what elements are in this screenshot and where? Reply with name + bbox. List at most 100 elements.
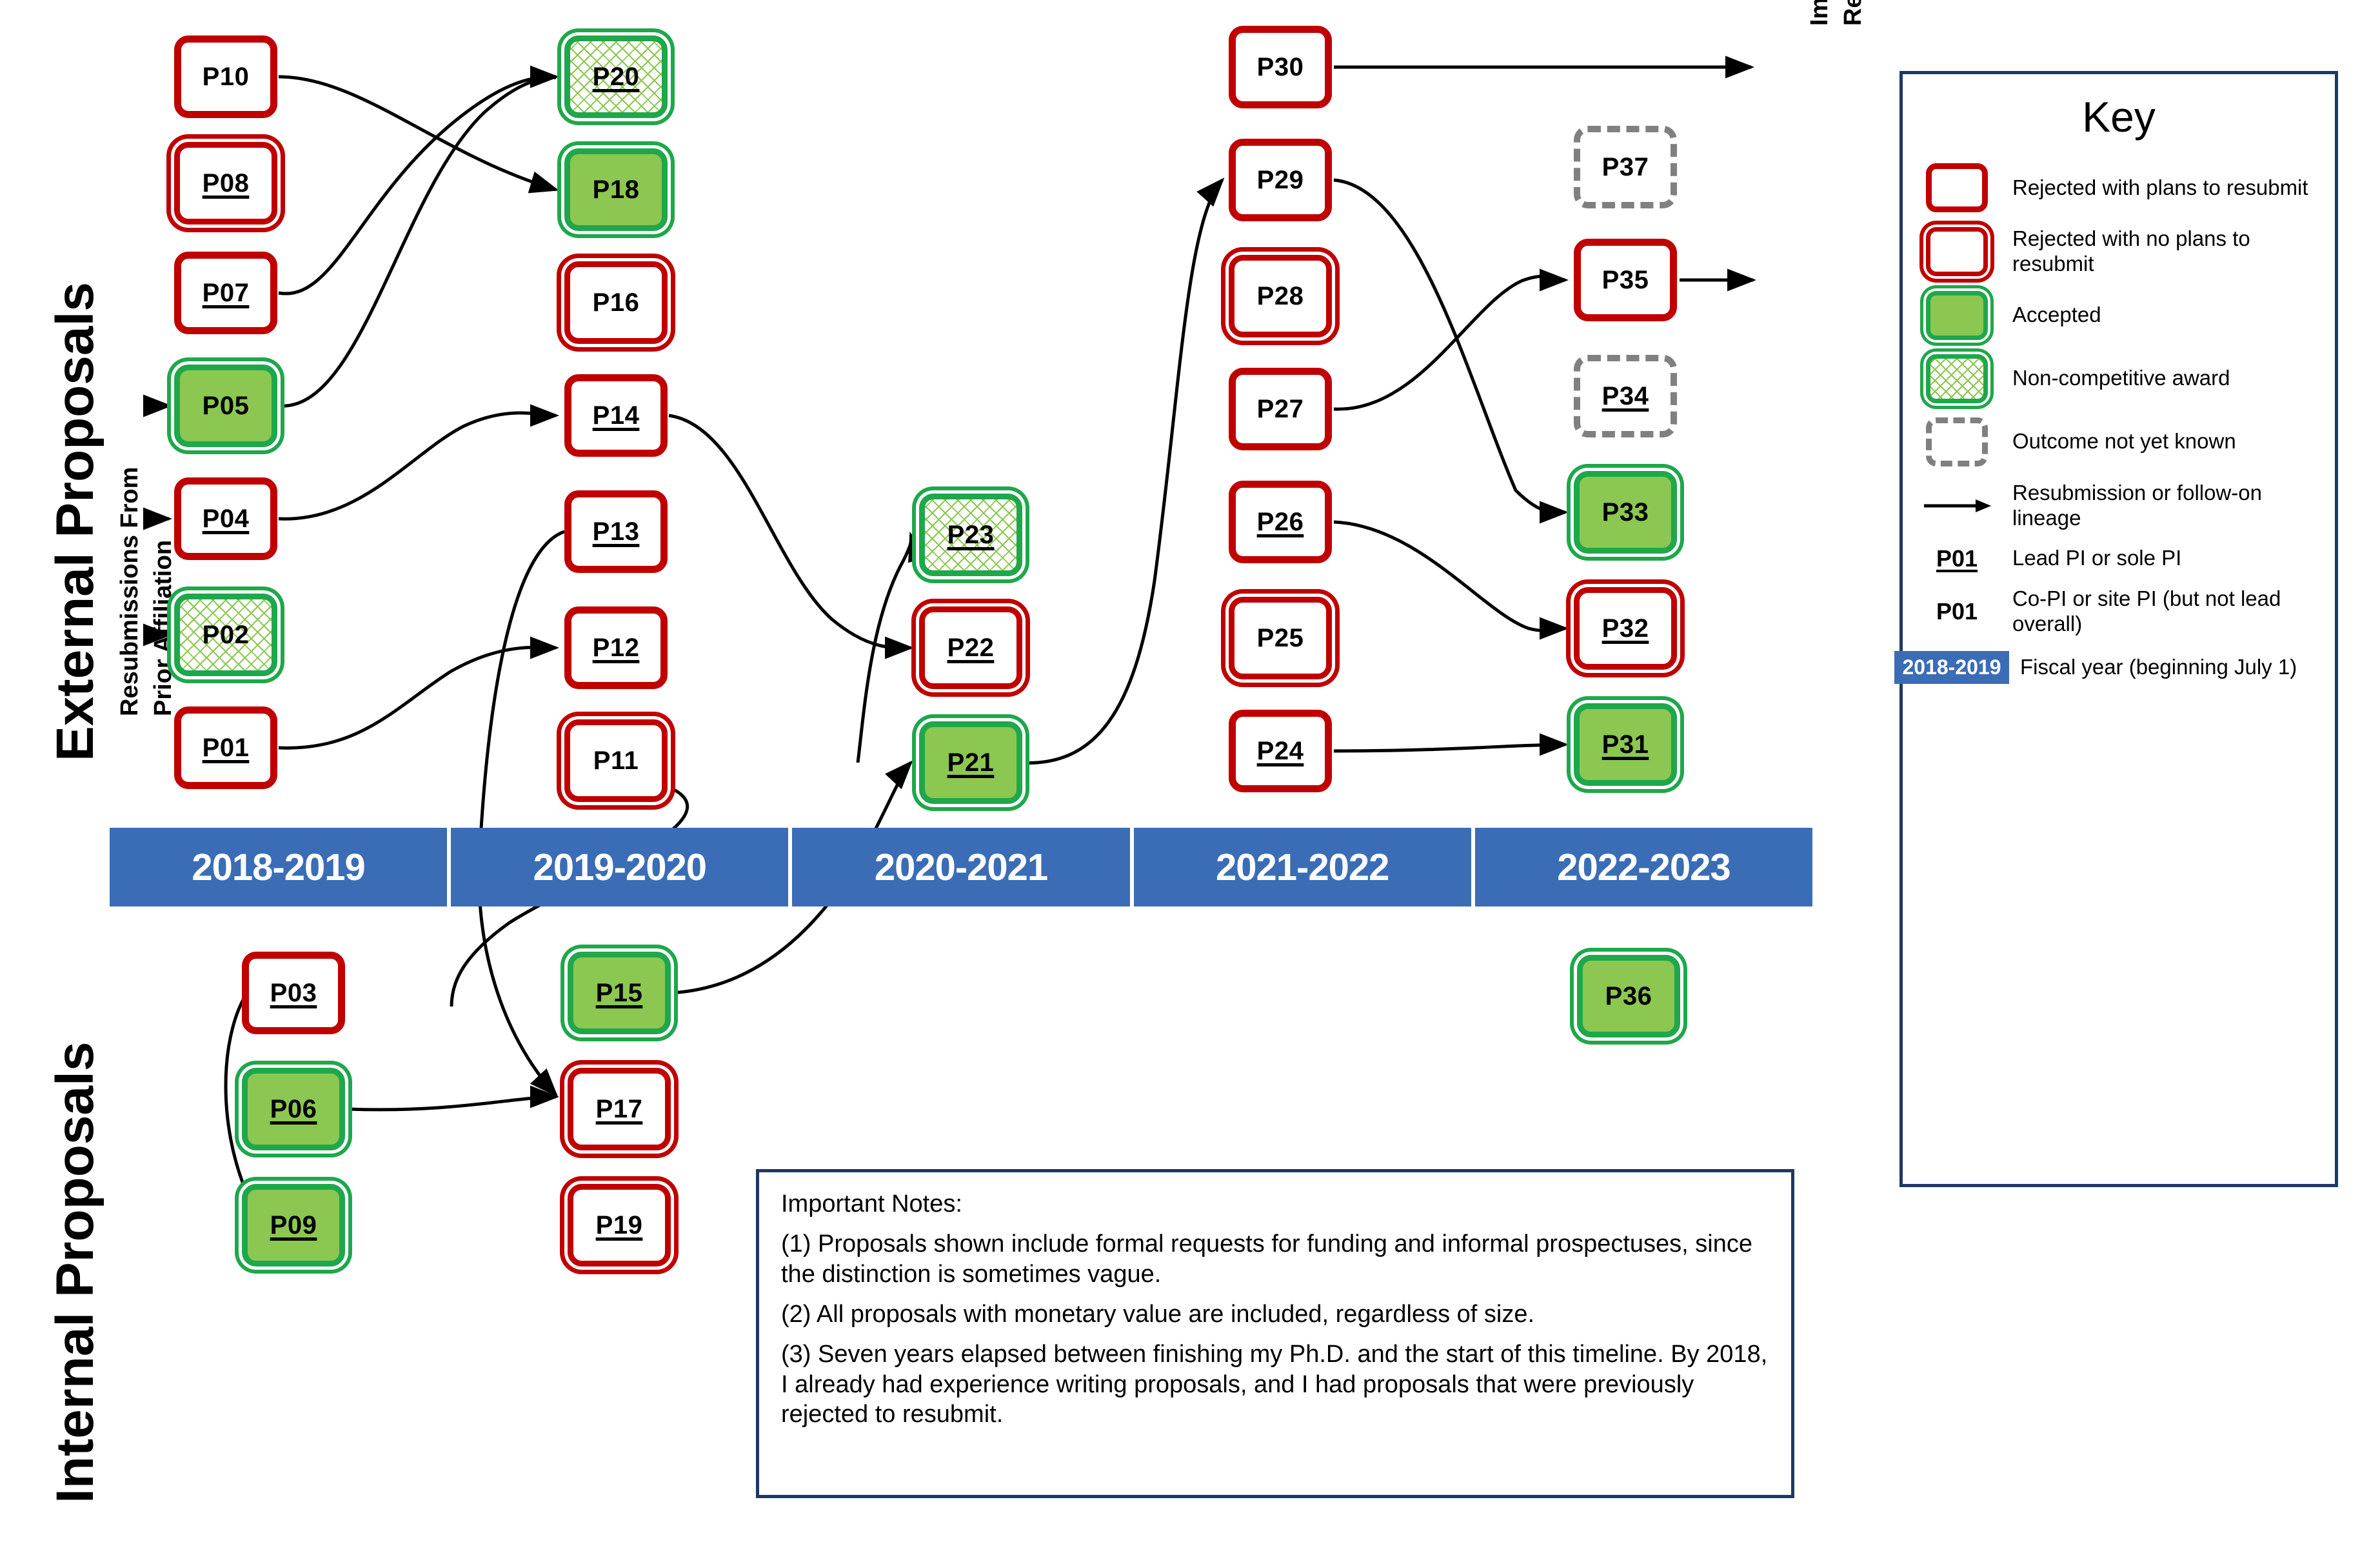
proposal-label: P31 — [1602, 730, 1649, 759]
proposal-label: P02 — [202, 621, 250, 649]
proposal-box-p32[interactable]: P32 — [1574, 587, 1677, 670]
lead-pi-sample: P01 — [1916, 545, 1998, 572]
proposal-label: P05 — [202, 392, 250, 420]
proposal-box-p33[interactable]: P33 — [1574, 471, 1677, 554]
imminently-planned-line1: Imminently Planned — [1806, 0, 1834, 26]
imminently-planned-line2: Resubmissions — [1840, 0, 1867, 26]
key-row-rejected-no-plans: Rejected with no plans to resubmit — [1903, 226, 2335, 277]
proposal-label: P32 — [1602, 614, 1649, 643]
key-entry-text: Non-competitive award — [2012, 366, 2230, 390]
swatch-box — [1926, 226, 1988, 276]
axis-label-internal-proposals: Internal Proposals — [46, 1041, 104, 1503]
proposal-label: P09 — [270, 1211, 317, 1239]
swatch-box — [1926, 354, 1988, 403]
proposal-box-p12[interactable]: P12 — [564, 606, 668, 689]
proposal-box-p31[interactable]: P31 — [1574, 703, 1677, 786]
key-swatch-non-competitive — [1916, 354, 1998, 403]
proposal-box-p04[interactable]: P04 — [174, 477, 277, 560]
co-pi-sample: P01 — [1916, 598, 1998, 625]
proposal-label: P17 — [595, 1095, 643, 1123]
proposal-box-p37[interactable]: P37 — [1574, 126, 1677, 208]
proposal-box-p13[interactable]: P13 — [564, 490, 668, 573]
proposal-box-p01[interactable]: P01 — [174, 706, 277, 789]
key-entry-text: Accepted — [2012, 303, 2101, 327]
key-rows: Rejected with plans to resubmit Rejected … — [1894, 163, 2335, 684]
proposal-box-p02[interactable]: P02 — [174, 594, 277, 676]
key-row-rejected-with-plans: Rejected with plans to resubmit — [1903, 163, 2335, 212]
proposal-box-p16[interactable]: P16 — [564, 261, 668, 344]
proposal-label: P30 — [1256, 53, 1304, 81]
proposal-box-p11[interactable]: P11 — [564, 719, 668, 802]
proposal-label: P34 — [1602, 382, 1649, 410]
key-row-accepted: Accepted — [1903, 290, 2335, 340]
proposal-box-p09[interactable]: P09 — [242, 1184, 345, 1267]
proposal-label: P11 — [593, 746, 639, 775]
fiscal-year-sample: 2018-2019 — [1894, 650, 2009, 684]
key-entry-text: Co-PI or site PI (but not lead overall) — [2012, 586, 2281, 636]
proposal-box-p15[interactable]: P15 — [568, 952, 671, 1034]
proposal-box-p28[interactable]: P28 — [1229, 255, 1332, 337]
prior-affiliation-line1: Resubmissions From — [116, 466, 143, 716]
proposal-box-p34[interactable]: P34 — [1574, 355, 1677, 437]
swatch-box — [1926, 290, 1988, 340]
proposal-box-p30[interactable]: P30 — [1229, 26, 1332, 108]
key-entry-text: Outcome not yet known — [2012, 429, 2236, 454]
proposal-box-p27[interactable]: P27 — [1229, 368, 1332, 450]
proposal-label: P25 — [1256, 624, 1304, 652]
key-swatch-unknown — [1916, 417, 1998, 466]
proposal-box-p10[interactable]: P10 — [174, 35, 277, 118]
proposal-box-p29[interactable]: P29 — [1229, 139, 1332, 221]
important-notes-box: Important Notes: (1) Proposals shown inc… — [756, 1169, 1794, 1498]
key-swatch-label: 2018-2019 — [1894, 650, 2009, 684]
key-entry-text: Rejected with no plans to resubmit — [2012, 226, 2250, 275]
fiscal-year-cell: 2022-2023 — [1474, 828, 1813, 906]
fiscal-year-cell: 2020-2021 — [792, 828, 1134, 906]
proposal-label: P27 — [1256, 395, 1304, 423]
axis-label-imminently-planned-2: Resubmissions — [1840, 0, 1867, 26]
proposal-box-p07[interactable]: P07 — [174, 252, 277, 334]
proposal-label: P21 — [947, 748, 995, 777]
proposal-label: P06 — [270, 1095, 317, 1123]
key-swatch-rejected-with-plans — [1916, 163, 1998, 212]
key-swatch-label: P01 — [1936, 545, 1978, 572]
proposal-label: P24 — [1256, 737, 1304, 765]
proposal-box-p05[interactable]: P05 — [174, 365, 277, 447]
proposal-label: P36 — [1605, 982, 1652, 1010]
axis-label-imminently-planned: Imminently Planned — [1806, 0, 1834, 26]
swatch-box — [1926, 163, 1988, 212]
key-row-lead-pi: P01 Lead PI or sole PI — [1903, 545, 2335, 572]
fiscal-year-cell: 2018-2019 — [110, 828, 451, 906]
proposal-label: P29 — [1256, 166, 1304, 194]
proposal-box-p23[interactable]: P23 — [919, 494, 1022, 576]
proposal-box-p06[interactable]: P06 — [242, 1068, 345, 1150]
fiscal-year-cell: 2021-2022 — [1133, 828, 1475, 906]
proposal-label: P01 — [202, 734, 250, 762]
proposal-box-p36[interactable]: P36 — [1577, 955, 1680, 1037]
proposal-box-p22[interactable]: P22 — [919, 606, 1022, 689]
key-legend-box: Key Rejected with plans to resubmit Rejec… — [1894, 71, 2338, 1187]
proposal-box-p25[interactable]: P25 — [1229, 597, 1332, 679]
axis-label-prior-affiliation: Resubmissions From — [116, 467, 144, 716]
proposal-label: P37 — [1602, 153, 1649, 181]
key-row-non-competitive: Non-competitive award — [1903, 354, 2335, 403]
key-swatch-label: P01 — [1936, 597, 1978, 625]
proposal-box-p19[interactable]: P19 — [568, 1184, 671, 1267]
proposal-box-p24[interactable]: P24 — [1229, 710, 1332, 792]
proposal-box-p14[interactable]: P14 — [564, 374, 668, 457]
proposal-box-p03[interactable]: P03 — [242, 952, 345, 1034]
proposal-label: P28 — [1256, 282, 1304, 310]
proposal-box-p21[interactable]: P21 — [919, 721, 1022, 804]
proposal-label: P19 — [595, 1211, 643, 1239]
proposal-label: P23 — [947, 521, 995, 549]
proposal-box-p08[interactable]: P08 — [174, 142, 277, 225]
proposal-label: P33 — [1602, 498, 1649, 526]
proposal-label: P35 — [1602, 266, 1649, 294]
proposal-box-p26[interactable]: P26 — [1229, 481, 1332, 563]
proposal-label: P03 — [270, 979, 317, 1007]
proposal-box-p35[interactable]: P35 — [1574, 239, 1677, 321]
proposal-label: P10 — [202, 63, 250, 91]
proposal-box-p20[interactable]: P20 — [564, 35, 668, 118]
proposal-box-p18[interactable]: P18 — [564, 148, 668, 231]
proposal-box-p17[interactable]: P17 — [568, 1068, 671, 1150]
proposal-label: P16 — [592, 288, 640, 317]
